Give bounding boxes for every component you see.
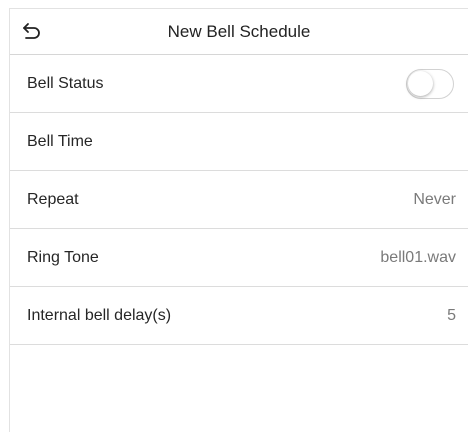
toggle-knob [408,70,433,96]
internal-bell-delay-label: Internal bell delay(s) [27,306,172,324]
repeat-value: Never [413,190,456,208]
page-title: New Bell Schedule [167,21,311,41]
repeat-row[interactable]: Repeat Never [10,171,468,229]
internal-bell-delay-value: 5 [447,306,456,324]
bell-status-row[interactable]: Bell Status [10,55,468,113]
internal-bell-delay-row[interactable]: Internal bell delay(s) 5 [10,287,468,345]
back-arrow-icon [23,23,40,39]
bell-time-row[interactable]: Bell Time [10,113,468,171]
ring-tone-row[interactable]: Ring Tone bell01.wav [10,229,468,287]
ring-tone-value: bell01.wav [380,248,456,266]
bell-schedule-screen: New Bell Schedule Bell Status Bell Time … [9,8,468,432]
bell-time-label: Bell Time [27,132,93,150]
header-bar: New Bell Schedule [10,9,468,55]
ring-tone-label: Ring Tone [27,248,99,266]
bell-status-toggle[interactable] [406,68,454,99]
bell-status-label: Bell Status [27,74,104,92]
repeat-label: Repeat [27,190,79,208]
back-button[interactable] [20,19,44,43]
